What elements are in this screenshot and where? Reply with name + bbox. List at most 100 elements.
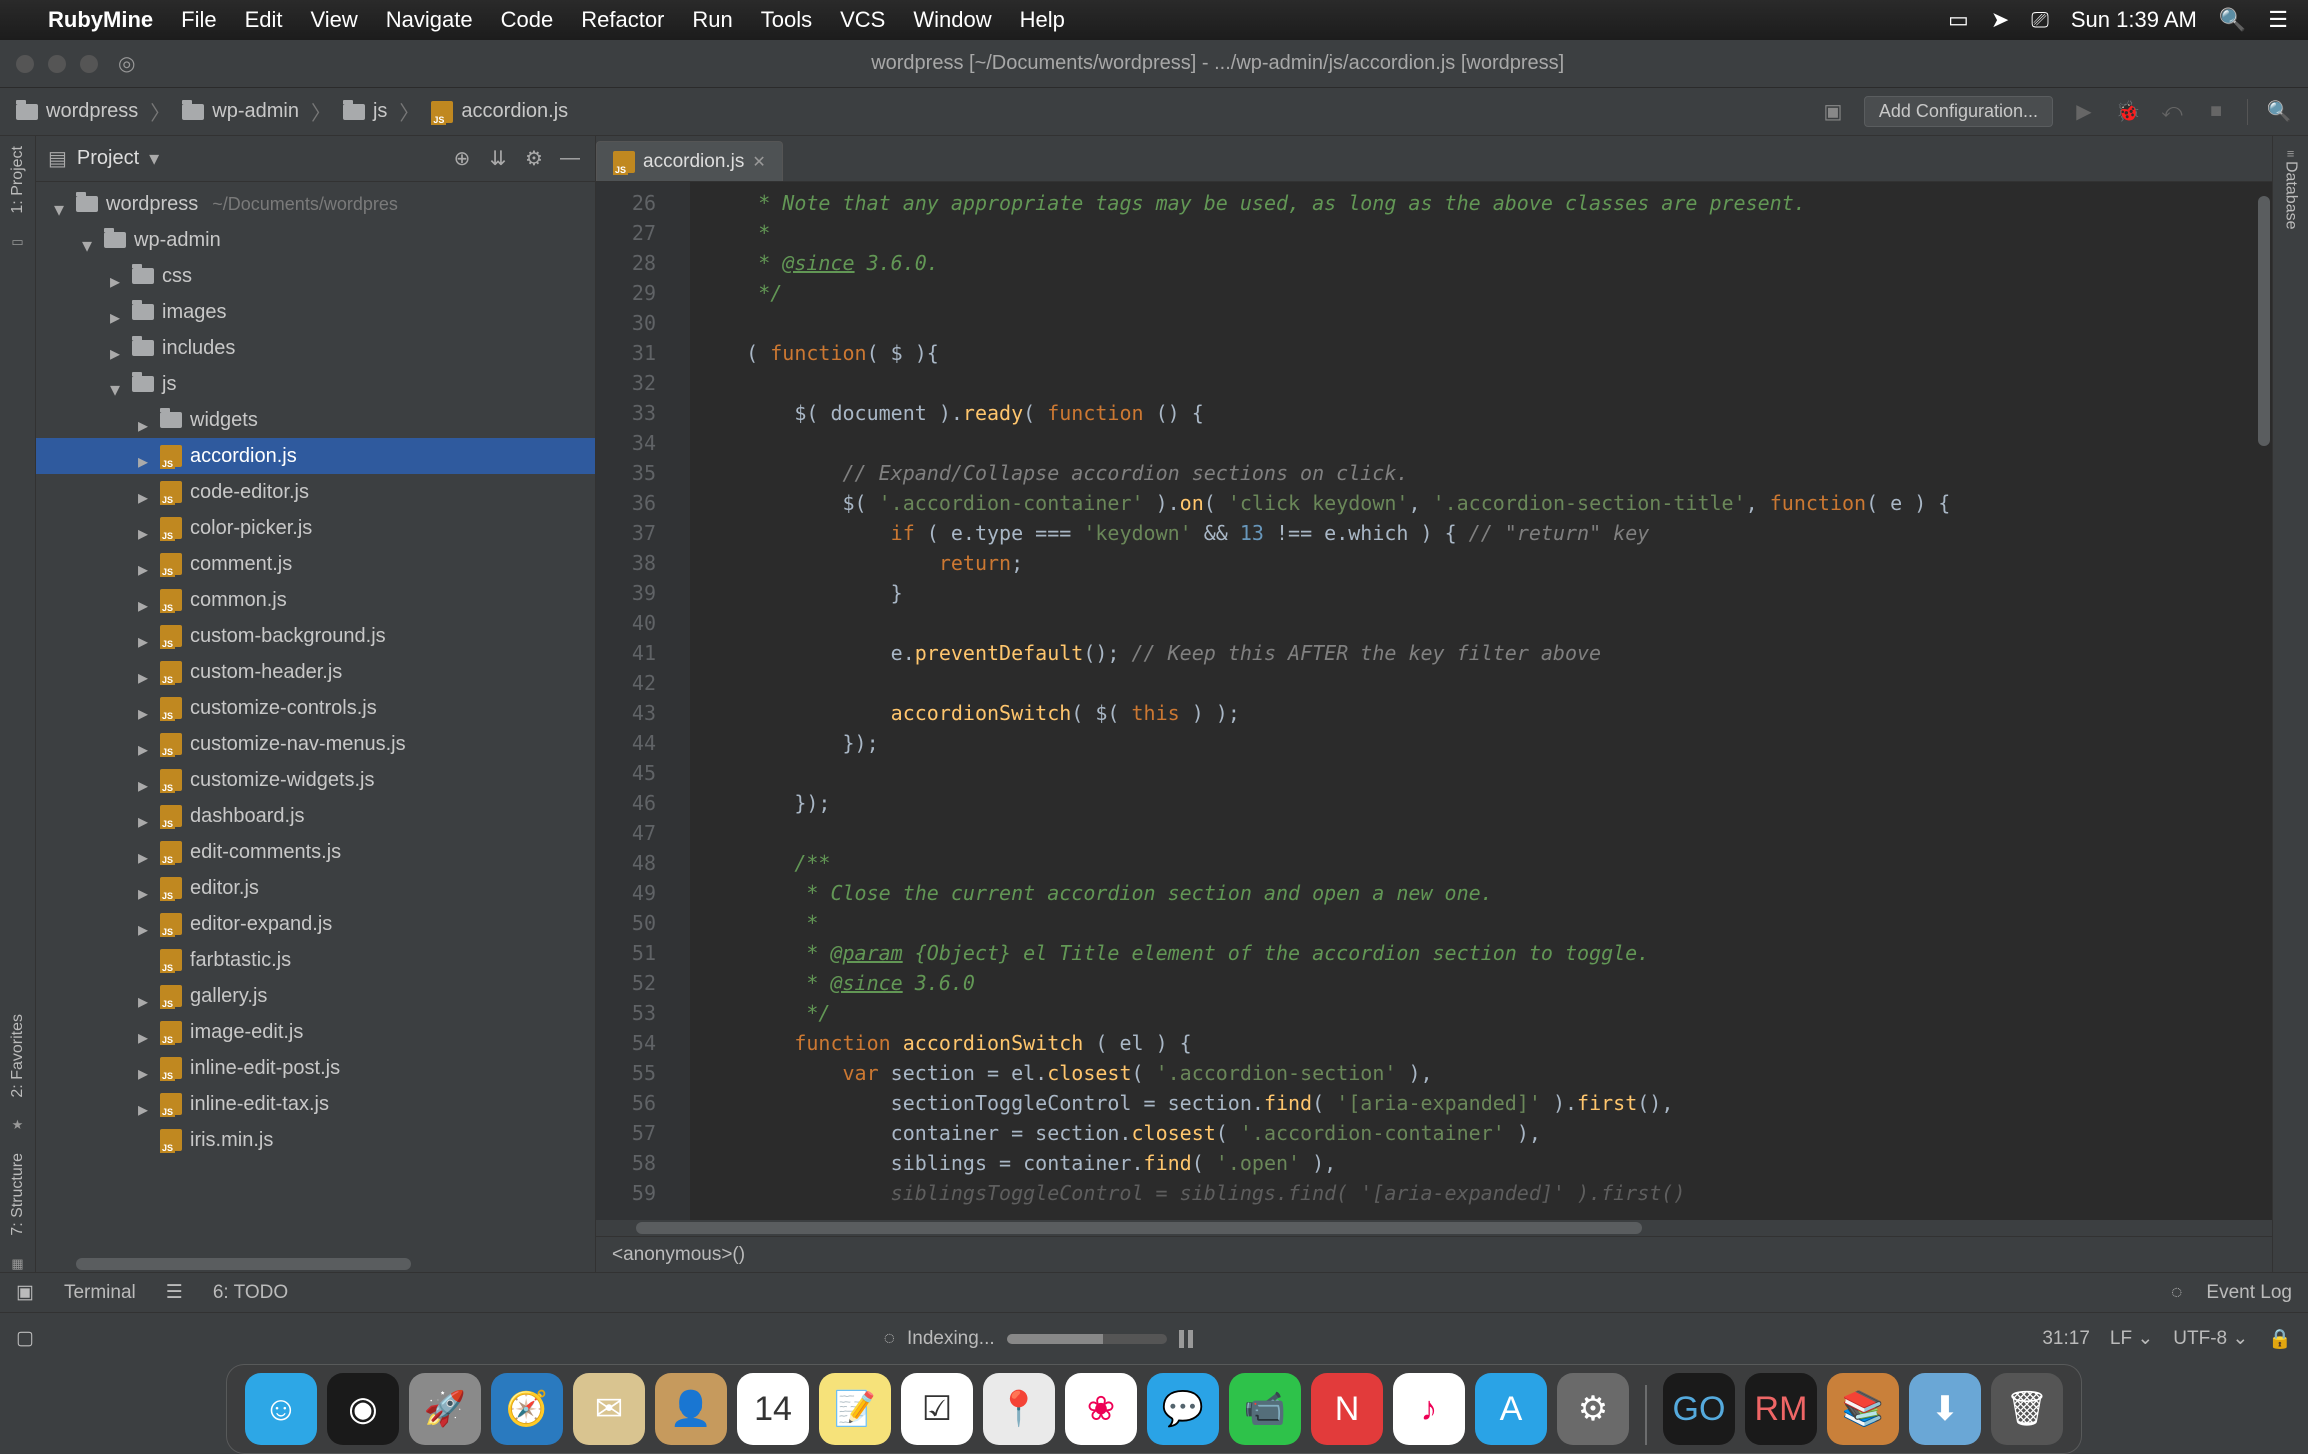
disclosure-triangle-icon[interactable] xyxy=(138,881,152,895)
project-panel-title[interactable]: Project xyxy=(77,147,139,170)
dropdown-chevron-icon[interactable]: ▾ xyxy=(149,146,159,171)
todo-tab[interactable]: 6: TODO xyxy=(213,1282,288,1304)
tree-item-color-picker.js[interactable]: color-picker.js xyxy=(36,510,595,546)
run-icon[interactable]: ▶ xyxy=(2071,99,2097,125)
search-everywhere-icon[interactable]: 🔍 xyxy=(2266,99,2292,125)
airplay-icon[interactable]: ⎚ xyxy=(2031,7,2049,33)
tool-database-tab[interactable]: Database xyxy=(2282,161,2300,230)
lock-icon[interactable]: 🔒 xyxy=(2268,1327,2292,1351)
disclosure-triangle-icon[interactable] xyxy=(138,521,152,535)
menu-code[interactable]: Code xyxy=(501,7,554,33)
app-name[interactable]: RubyMine xyxy=(48,7,153,33)
tool-structure-tab[interactable]: 7: Structure xyxy=(9,1153,27,1236)
disclosure-triangle-icon[interactable] xyxy=(138,773,152,787)
disclosure-triangle-icon[interactable] xyxy=(138,593,152,607)
disclosure-triangle-icon[interactable] xyxy=(110,341,124,355)
tree-item-inline-edit-post.js[interactable]: inline-edit-post.js xyxy=(36,1050,595,1086)
breadcrumb-wp-admin[interactable]: wp-admin xyxy=(212,100,299,123)
tool-project-tab[interactable]: 1: Project xyxy=(9,146,27,214)
dock-app-safari[interactable]: 🧭 xyxy=(491,1373,563,1445)
screen-share-icon[interactable]: ▭ xyxy=(1948,7,1969,33)
tree-item-gallery.js[interactable]: gallery.js xyxy=(36,978,595,1014)
tree-item-custom-header.js[interactable]: custom-header.js xyxy=(36,654,595,690)
dock-app-news[interactable]: N xyxy=(1311,1373,1383,1445)
editor-hscrollbar[interactable] xyxy=(596,1220,2272,1236)
dock-app-mail[interactable]: ✉ xyxy=(573,1373,645,1445)
disclosure-triangle-icon[interactable] xyxy=(138,485,152,499)
disclosure-triangle-icon[interactable] xyxy=(110,269,124,283)
menu-vcs[interactable]: VCS xyxy=(840,7,885,33)
build-icon[interactable]: ▣ xyxy=(1820,99,1846,125)
tree-item-code-editor.js[interactable]: code-editor.js xyxy=(36,474,595,510)
coverage-icon[interactable]: ⤺ xyxy=(2159,99,2185,125)
tree-item-iris.min.js[interactable]: iris.min.js xyxy=(36,1122,595,1158)
dock-app-goland[interactable]: GO xyxy=(1663,1373,1735,1445)
disclosure-triangle-icon[interactable] xyxy=(138,629,152,643)
menu-tools[interactable]: Tools xyxy=(761,7,812,33)
window-zoom-button[interactable] xyxy=(80,55,98,73)
disclosure-triangle-icon[interactable] xyxy=(138,989,152,1003)
menu-run[interactable]: Run xyxy=(692,7,732,33)
disclosure-triangle-icon[interactable] xyxy=(138,1025,152,1039)
editor-tab-accordion[interactable]: accordion.js ✕ xyxy=(596,141,783,181)
database-icon[interactable]: ≡ xyxy=(2287,146,2295,161)
tree-item-dashboard.js[interactable]: dashboard.js xyxy=(36,798,595,834)
disclosure-triangle-icon[interactable] xyxy=(138,665,152,679)
dock-app-books[interactable]: 📚 xyxy=(1827,1373,1899,1445)
tree-item-farbtastic.js[interactable]: farbtastic.js xyxy=(36,942,595,978)
tree-item-wordpress[interactable]: wordpress~/Documents/wordpres xyxy=(36,186,595,222)
dock-app-appstore[interactable]: A xyxy=(1475,1373,1547,1445)
disclosure-triangle-icon[interactable] xyxy=(138,449,152,463)
disclosure-triangle-icon[interactable] xyxy=(110,305,124,319)
hide-tool-windows-icon[interactable]: ▢ xyxy=(16,1327,34,1350)
collapse-icon[interactable]: ⇊ xyxy=(485,146,511,172)
project-view-icon[interactable]: ▤ xyxy=(48,146,67,171)
menu-window[interactable]: Window xyxy=(913,7,991,33)
event-log-tab[interactable]: Event Log xyxy=(2206,1282,2292,1304)
menu-list-icon[interactable]: ☰ xyxy=(2268,7,2288,33)
breadcrumb-accordion.js[interactable]: accordion.js xyxy=(461,100,568,123)
dock-app-itunes[interactable]: ♪ xyxy=(1393,1373,1465,1445)
tree-item-customize-widgets.js[interactable]: customize-widgets.js xyxy=(36,762,595,798)
dock-app-maps[interactable]: 📍 xyxy=(983,1373,1055,1445)
menu-refactor[interactable]: Refactor xyxy=(581,7,664,33)
tree-item-wp-admin[interactable]: wp-admin xyxy=(36,222,595,258)
disclosure-triangle-icon[interactable] xyxy=(138,845,152,859)
tool-favorites-tab[interactable]: 2: Favorites xyxy=(9,1014,27,1098)
tree-item-images[interactable]: images xyxy=(36,294,595,330)
tree-item-accordion.js[interactable]: accordion.js xyxy=(36,438,595,474)
tree-item-common.js[interactable]: common.js xyxy=(36,582,595,618)
caret-position[interactable]: 31:17 xyxy=(2042,1328,2090,1350)
disclosure-triangle-icon[interactable] xyxy=(82,233,96,247)
line-separator[interactable]: LF ⌄ xyxy=(2110,1327,2153,1350)
menu-file[interactable]: File xyxy=(181,7,216,33)
dock-app-reminders[interactable]: ☑ xyxy=(901,1373,973,1445)
tree-item-editor.js[interactable]: editor.js xyxy=(36,870,595,906)
dock-app-launchpad[interactable]: 🚀 xyxy=(409,1373,481,1445)
file-encoding[interactable]: UTF-8 ⌄ xyxy=(2173,1327,2248,1350)
menu-edit[interactable]: Edit xyxy=(245,7,283,33)
menu-view[interactable]: View xyxy=(311,7,358,33)
dock-app-notes[interactable]: 📝 xyxy=(819,1373,891,1445)
disclosure-triangle-icon[interactable] xyxy=(138,953,152,967)
dock-app-facetime[interactable]: 📹 xyxy=(1229,1373,1301,1445)
tree-item-customize-controls.js[interactable]: customize-controls.js xyxy=(36,690,595,726)
clock[interactable]: Sun 1:39 AM xyxy=(2071,7,2197,33)
disclosure-triangle-icon[interactable] xyxy=(138,557,152,571)
breadcrumb-js[interactable]: js xyxy=(373,100,387,123)
disclosure-triangle-icon[interactable] xyxy=(138,701,152,715)
dock-app-photos[interactable]: ❀ xyxy=(1065,1373,1137,1445)
tree-item-comment.js[interactable]: comment.js xyxy=(36,546,595,582)
menu-help[interactable]: Help xyxy=(1020,7,1065,33)
stop-icon[interactable]: ■ xyxy=(2203,99,2229,125)
tree-item-js[interactable]: js xyxy=(36,366,595,402)
code-editor[interactable]: * Note that any appropriate tags may be … xyxy=(690,182,2272,1220)
disclosure-triangle-icon[interactable] xyxy=(110,377,124,391)
cursor-icon[interactable]: ➤ xyxy=(1991,7,2009,33)
disclosure-triangle-icon[interactable] xyxy=(138,1061,152,1075)
debug-icon[interactable]: 🐞 xyxy=(2115,99,2141,125)
close-tab-icon[interactable]: ✕ xyxy=(752,152,765,172)
line-number-gutter[interactable]: 2627282930313233343536373839404142434445… xyxy=(596,182,666,1220)
dock-app-contacts[interactable]: 👤 xyxy=(655,1373,727,1445)
dock-app-messages[interactable]: 💬 xyxy=(1147,1373,1219,1445)
